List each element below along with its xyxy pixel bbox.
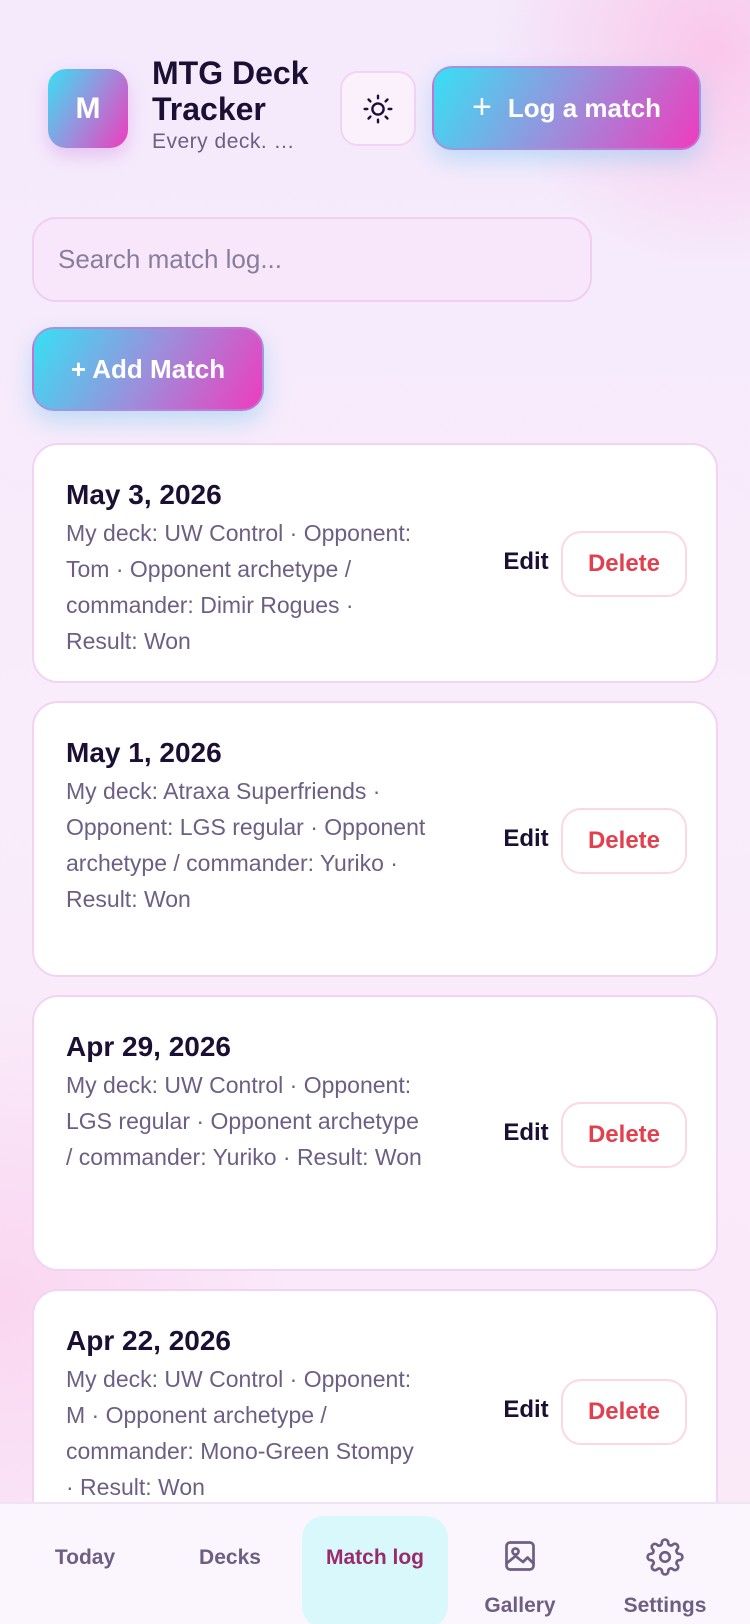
delete-button[interactable]: Delete [561, 1379, 687, 1445]
match-card: Apr 29, 2026 My deck: UW Control · Oppon… [32, 995, 718, 1271]
image-icon [505, 1541, 535, 1571]
nav-item-decks[interactable]: Decks [157, 1504, 303, 1624]
match-date: May 3, 2026 [66, 479, 222, 510]
match-summary: My deck: Atraxa Superfriends · Opponent:… [66, 778, 426, 912]
sun-icon [363, 93, 393, 124]
match-date: Apr 22, 2026 [66, 1325, 231, 1356]
bottom-nav: Today Decks Match log Gallery Settings [0, 1502, 750, 1624]
app-logo: M [48, 69, 128, 148]
match-card: May 3, 2026 My deck: UW Control · Oppone… [32, 443, 718, 683]
nav-item-gallery[interactable]: Gallery [447, 1504, 593, 1624]
add-match-button[interactable]: + Add Match [32, 327, 264, 411]
edit-button[interactable]: Edit [478, 1385, 574, 1435]
log-match-button[interactable]: + Log a match [432, 66, 701, 150]
log-match-label: Log a match [507, 92, 661, 123]
edit-button[interactable]: Edit [478, 537, 574, 587]
gear-icon [646, 1538, 684, 1576]
match-card: May 1, 2026 My deck: Atraxa Superfriends… [32, 701, 718, 977]
nav-label-settings: Settings [623, 1594, 707, 1617]
delete-button[interactable]: Delete [561, 1102, 687, 1168]
app-title: MTG Deck Tracker [152, 55, 309, 127]
delete-button[interactable]: Delete [561, 531, 687, 597]
match-summary: My deck: UW Control · Opponent: LGS regu… [66, 1072, 422, 1170]
edit-button[interactable]: Edit [478, 1108, 574, 1158]
match-date: Apr 29, 2026 [66, 1031, 231, 1062]
nav-label-today: Today [54, 1546, 116, 1569]
plus-icon: + [472, 87, 492, 126]
nav-label-decks: Decks [199, 1546, 261, 1569]
app-tagline: Every deck. … [152, 130, 296, 153]
nav-label-gallery: Gallery [484, 1594, 556, 1617]
edit-button[interactable]: Edit [478, 814, 574, 864]
match-card: Apr 22, 2026 My deck: UW Control · Oppon… [32, 1289, 718, 1529]
match-summary: My deck: UW Control · Opponent: M · Oppo… [66, 1366, 414, 1500]
match-summary: My deck: UW Control · Opponent: Tom · Op… [66, 520, 412, 654]
active-tab-highlight [302, 1516, 448, 1624]
nav-item-settings[interactable]: Settings [592, 1504, 738, 1624]
nav-item-match-log[interactable]: Match log [302, 1504, 448, 1624]
nav-label-match-log: Match log [326, 1546, 424, 1569]
match-date: May 1, 2026 [66, 737, 222, 768]
delete-button[interactable]: Delete [561, 808, 687, 874]
nav-item-today[interactable]: Today [12, 1504, 158, 1624]
search-input[interactable] [32, 217, 592, 302]
theme-toggle-button[interactable] [340, 71, 416, 146]
